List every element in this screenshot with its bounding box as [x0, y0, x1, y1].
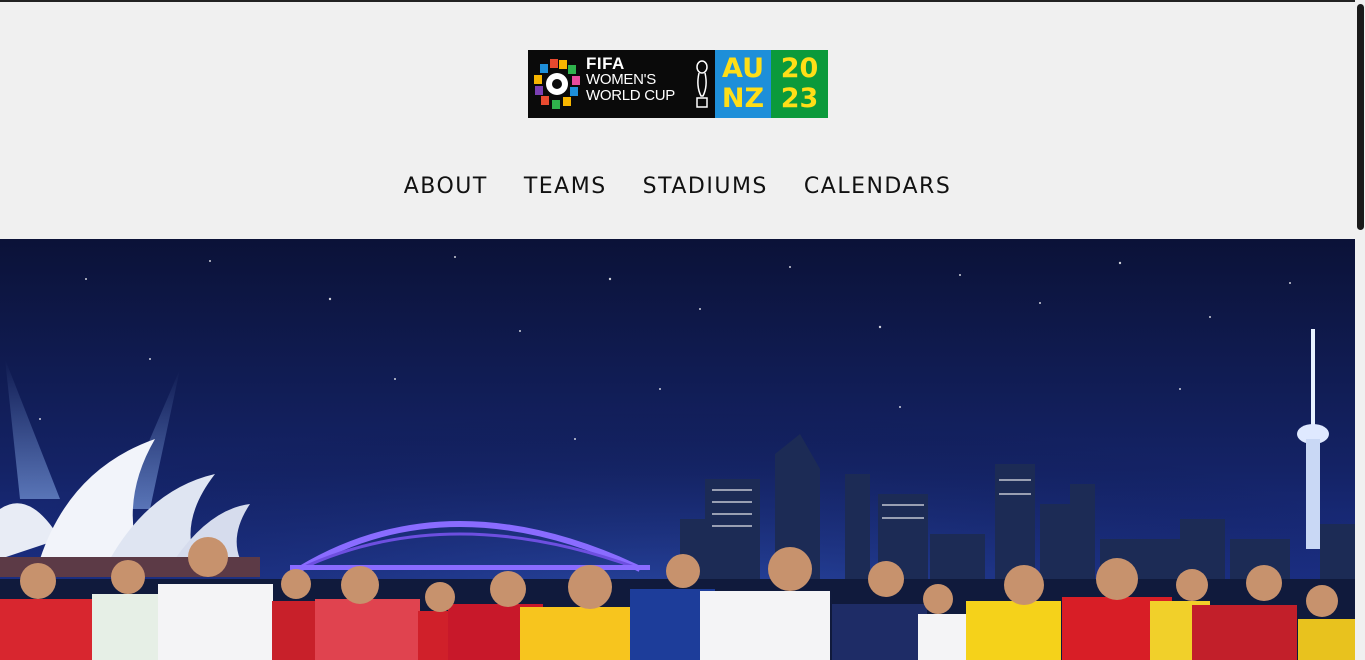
nav-teams-link[interactable]: TEAMS — [524, 174, 607, 199]
logo-world-cup-text: WORLD CUP — [586, 87, 675, 104]
nav-about-link[interactable]: ABOUT — [404, 174, 488, 199]
hero-banner-image — [0, 239, 1355, 660]
logo-text: FIFA WOMEN'S WORLD CUP — [586, 54, 675, 104]
logo-year-bottom-text: 23 — [780, 83, 819, 114]
logo-au-nz-panel: AU NZ — [715, 50, 771, 118]
logo-nz-text: NZ — [721, 83, 765, 114]
logo-year-top-text: 20 — [780, 53, 819, 84]
nav-calendars-link[interactable]: CALENDARS — [804, 174, 951, 199]
main-navigation: ABOUT TEAMS STADIUMS CALENDARS — [0, 174, 1355, 199]
logo-womens-text: WOMEN'S — [586, 71, 656, 88]
scrollbar-thumb[interactable] — [1357, 4, 1364, 230]
tournament-emblem-icon — [533, 59, 581, 109]
trophy-icon — [696, 60, 708, 108]
page-scrollbar[interactable] — [1355, 0, 1365, 660]
logo-wordmark-panel: FIFA WOMEN'S WORLD CUP — [528, 50, 715, 118]
logo-au-text: AU — [722, 53, 764, 84]
nav-stadiums-link[interactable]: STADIUMS — [643, 174, 768, 199]
hero-illustration — [0, 239, 1355, 660]
fifa-womens-world-cup-logo[interactable]: FIFA WOMEN'S WORLD CUP AU NZ 20 23 — [528, 50, 828, 118]
logo-year-panel: 20 23 — [771, 50, 828, 118]
logo-fifa-text: FIFA — [586, 54, 625, 73]
site-header: FIFA WOMEN'S WORLD CUP AU NZ 20 23 ABOUT… — [0, 2, 1355, 239]
